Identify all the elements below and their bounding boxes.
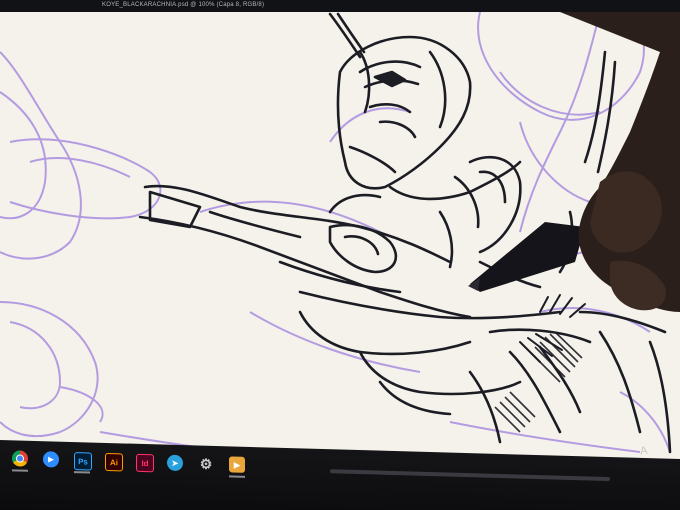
artwork-svg xyxy=(0,12,680,458)
settings-icon[interactable]: ⚙ xyxy=(198,455,214,472)
photoshop-icon[interactable]: Ps xyxy=(74,452,92,471)
running-indicator xyxy=(74,471,90,474)
chrome-icon[interactable] xyxy=(12,450,28,467)
drawing-hand xyxy=(560,12,680,312)
running-indicator xyxy=(229,475,245,478)
telegram-icon[interactable]: ➤ xyxy=(167,454,183,472)
illustrator-icon[interactable]: Ai xyxy=(105,452,123,472)
corner-watermark: A xyxy=(639,444,649,458)
horizontal-scrollbar[interactable] xyxy=(330,469,610,482)
indesign-icon[interactable]: Id xyxy=(136,453,154,473)
drawing-canvas[interactable]: A xyxy=(0,12,680,462)
stylus-pen xyxy=(468,222,585,292)
file-manager-icon[interactable]: ▶ xyxy=(229,456,245,473)
document-title: KOYE_BLACKARACHNIA.psd @ 100% (Capa 8, R… xyxy=(102,2,265,8)
monitor-screen: KOYE_BLACKARACHNIA.psd @ 100% (Capa 8, R… xyxy=(0,0,680,510)
running-indicator xyxy=(12,469,28,472)
zoom-icon[interactable]: ▶ xyxy=(43,451,59,468)
